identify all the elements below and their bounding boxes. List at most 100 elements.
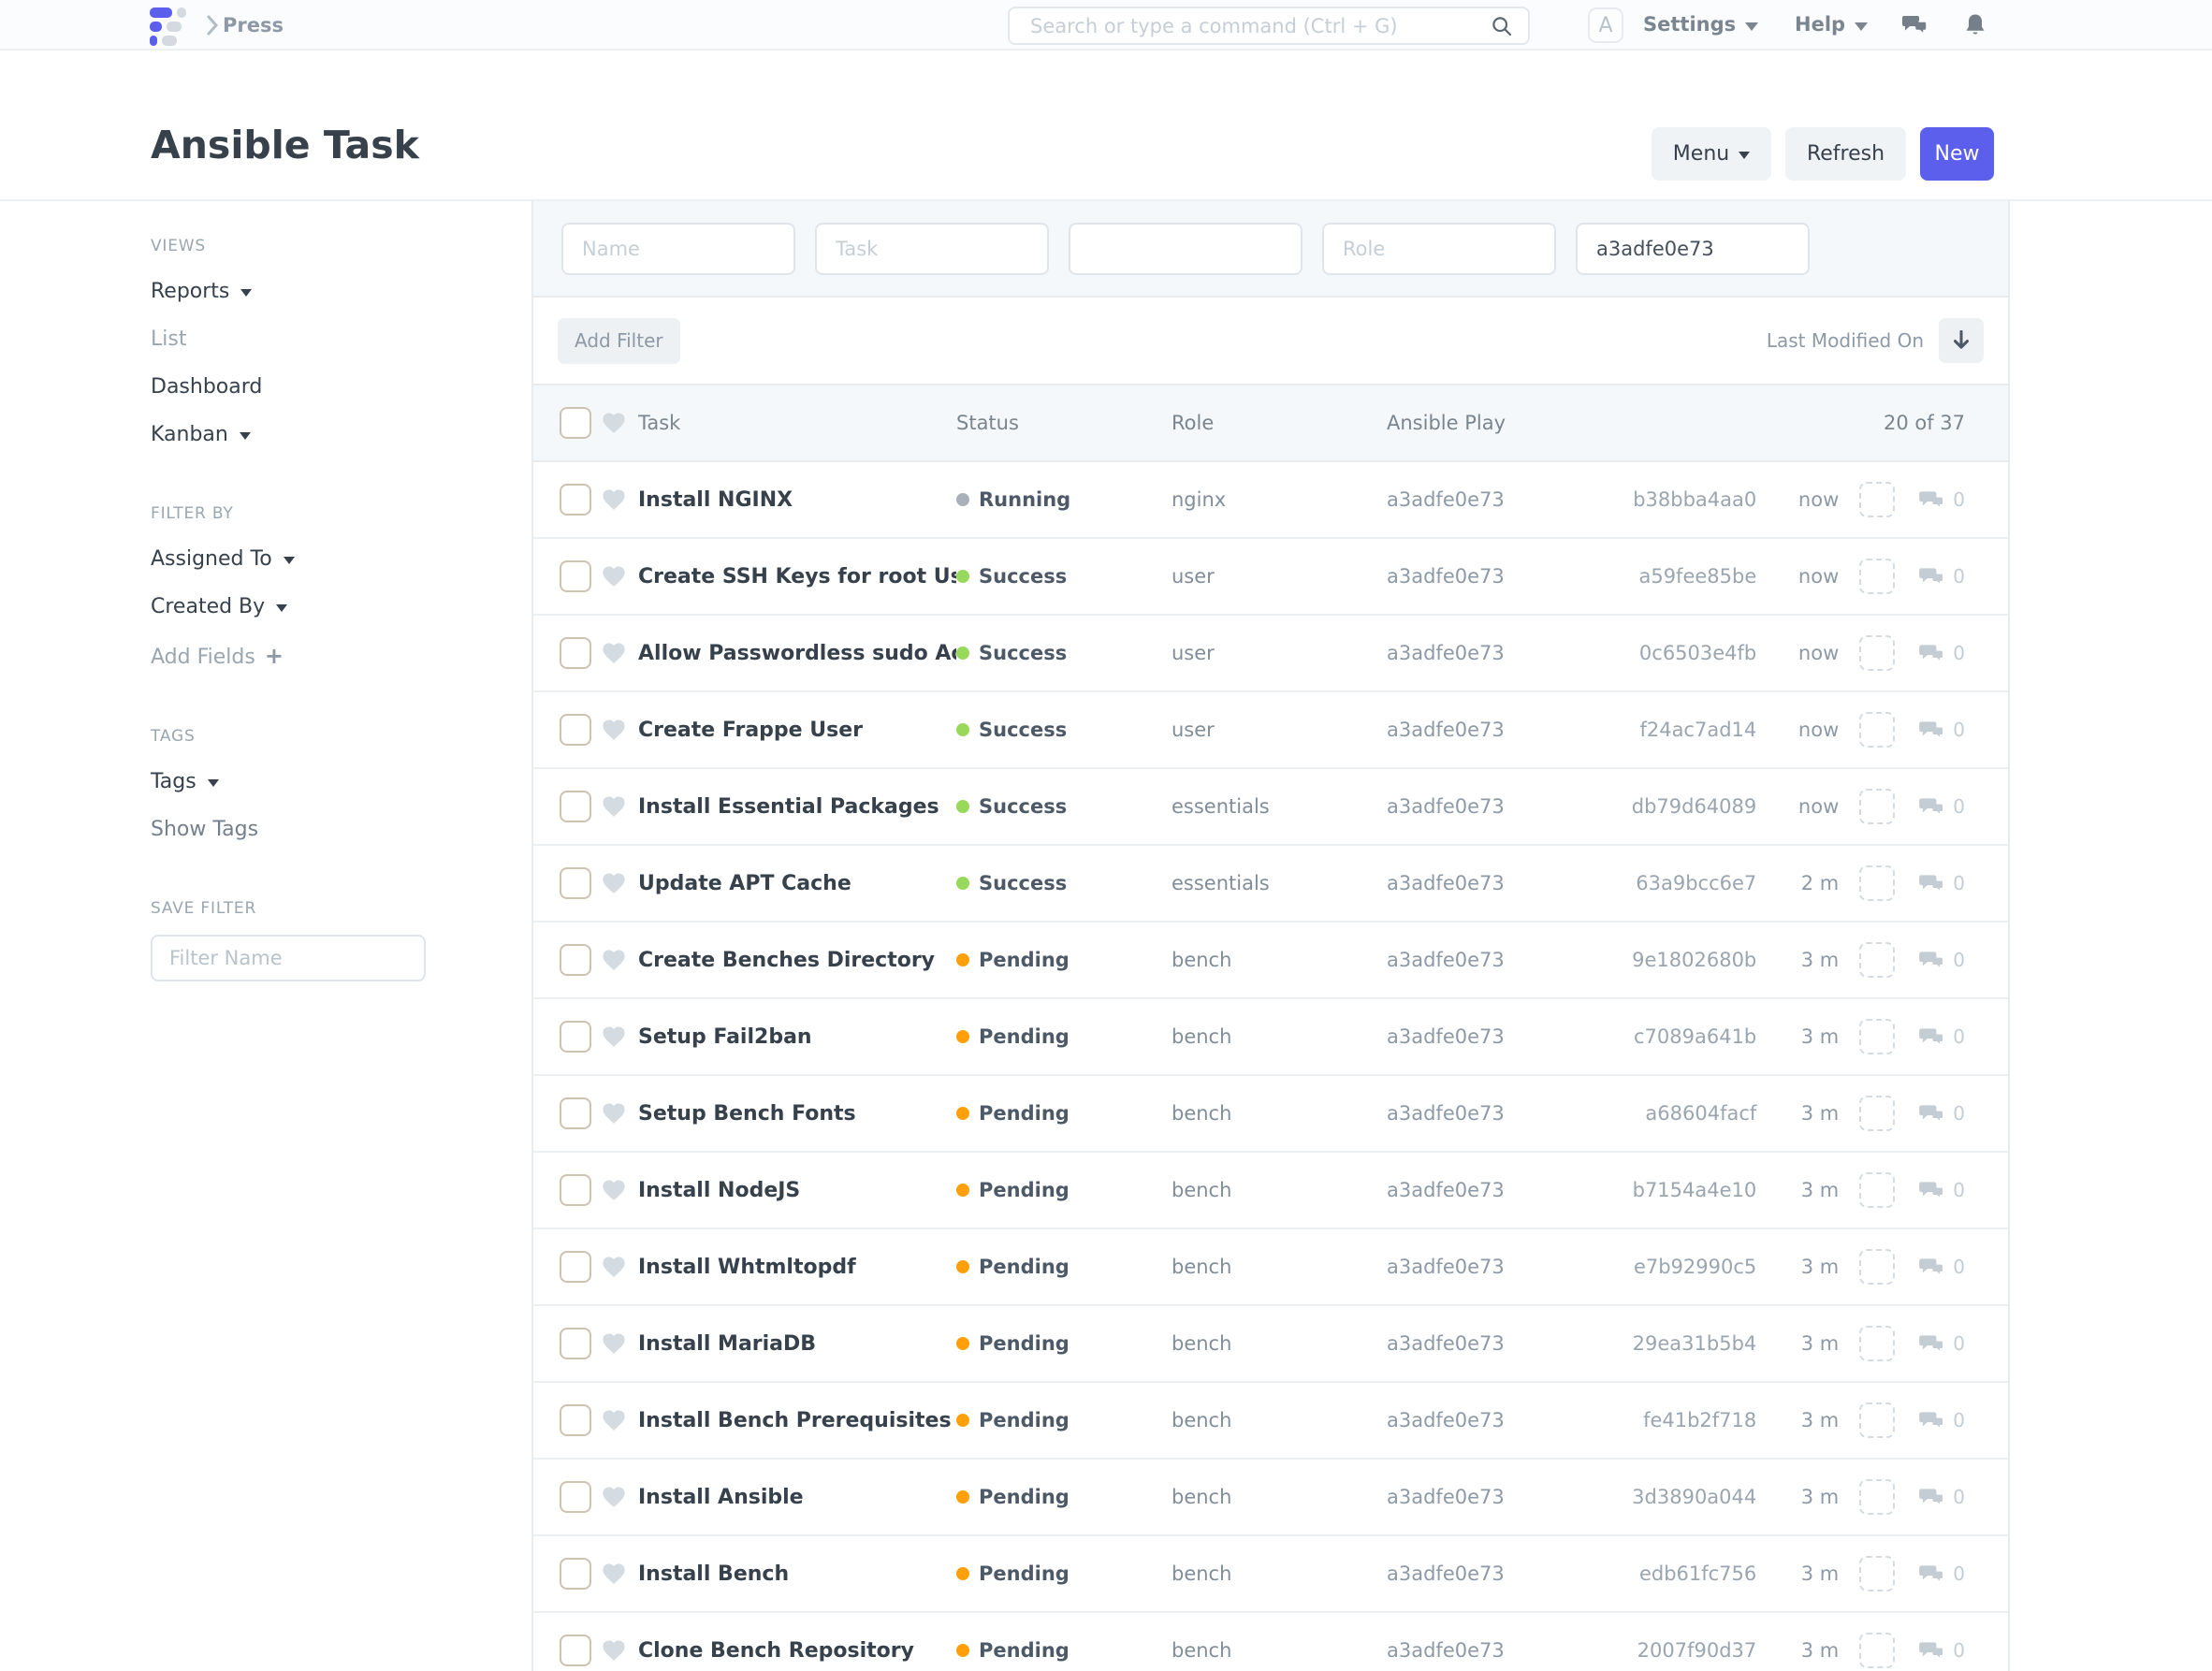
sidebar-item-kanban[interactable]: Kanban	[151, 423, 431, 446]
comment-count-group[interactable]: 0	[1917, 486, 1965, 514]
assign-placeholder[interactable]	[1859, 942, 1895, 978]
row-checkbox[interactable]	[560, 560, 591, 592]
assign-placeholder[interactable]	[1859, 712, 1895, 748]
task-name-link[interactable]: Create Benches Directory	[638, 949, 956, 972]
menu-button[interactable]: Menu	[1652, 127, 1771, 181]
assign-placeholder[interactable]	[1859, 1633, 1895, 1668]
row-checkbox[interactable]	[560, 1558, 591, 1590]
table-row[interactable]: Install Bench Prerequisites Pending benc…	[533, 1383, 2008, 1460]
comment-count-group[interactable]: 0	[1917, 1560, 1965, 1588]
assign-placeholder[interactable]	[1859, 789, 1895, 824]
row-checkbox[interactable]	[560, 1635, 591, 1666]
heart-icon[interactable]	[601, 410, 627, 436]
sort-field-label[interactable]: Last Modified On	[1767, 329, 1924, 352]
sidebar-item-dashboard[interactable]: Dashboard	[151, 375, 431, 399]
table-row[interactable]: Install MariaDB Pending bench a3adfe0e73…	[533, 1306, 2008, 1383]
assign-placeholder[interactable]	[1859, 1326, 1895, 1361]
comment-count-group[interactable]: 0	[1917, 1483, 1965, 1511]
sidebar-item-assigned-to[interactable]: Assigned To	[151, 547, 431, 571]
table-row[interactable]: Create Frappe User Success user a3adfe0e…	[533, 692, 2008, 769]
settings-menu[interactable]: Settings	[1643, 13, 1758, 36]
table-row[interactable]: Install NodeJS Pending bench a3adfe0e73 …	[533, 1153, 2008, 1229]
heart-icon[interactable]	[601, 1177, 627, 1203]
search-icon[interactable]	[1491, 15, 1513, 37]
table-row[interactable]: Update APT Cache Success essentials a3ad…	[533, 846, 2008, 923]
assign-placeholder[interactable]	[1859, 1096, 1895, 1131]
heart-icon[interactable]	[601, 1254, 627, 1280]
comment-count-group[interactable]: 0	[1917, 869, 1965, 897]
filter-input-status[interactable]	[1069, 223, 1302, 275]
comment-count-group[interactable]: 0	[1917, 1406, 1965, 1434]
task-name-link[interactable]: Allow Passwordless sudo Ac	[638, 642, 956, 665]
breadcrumb[interactable]: Press	[223, 14, 284, 36]
task-name-link[interactable]: Install Whtmltopdf	[638, 1256, 956, 1279]
assign-placeholder[interactable]	[1859, 1019, 1895, 1054]
filter-input-name[interactable]	[561, 223, 795, 275]
heart-icon[interactable]	[601, 1637, 627, 1664]
row-checkbox[interactable]	[560, 1021, 591, 1053]
heart-icon[interactable]	[601, 870, 627, 896]
heart-icon[interactable]	[601, 717, 627, 743]
comment-count-group[interactable]: 0	[1917, 639, 1965, 667]
task-name-link[interactable]: Create Frappe User	[638, 719, 956, 742]
heart-icon[interactable]	[601, 1484, 627, 1510]
filter-name-input[interactable]	[151, 935, 426, 981]
heart-icon[interactable]	[601, 1407, 627, 1433]
table-row[interactable]: Install Ansible Pending bench a3adfe0e73…	[533, 1460, 2008, 1536]
assign-placeholder[interactable]	[1859, 865, 1895, 901]
filter-input-ansible-play[interactable]	[1576, 223, 1810, 275]
task-name-link[interactable]: Install Essential Packages	[638, 795, 956, 819]
select-all-checkbox[interactable]	[560, 407, 591, 439]
comment-count-group[interactable]: 0	[1917, 1253, 1965, 1281]
comment-count-group[interactable]: 0	[1917, 562, 1965, 590]
help-menu[interactable]: Help	[1795, 13, 1868, 36]
table-row[interactable]: Install Whtmltopdf Pending bench a3adfe0…	[533, 1229, 2008, 1306]
task-name-link[interactable]: Clone Bench Repository	[638, 1639, 956, 1663]
table-row[interactable]: Install Bench Pending bench a3adfe0e73 e…	[533, 1536, 2008, 1613]
assign-placeholder[interactable]	[1859, 1249, 1895, 1285]
row-checkbox[interactable]	[560, 1097, 591, 1129]
table-row[interactable]: Install NGINX Running nginx a3adfe0e73 b…	[533, 462, 2008, 539]
row-checkbox[interactable]	[560, 1404, 591, 1436]
sidebar-item-reports[interactable]: Reports	[151, 280, 431, 303]
task-name-link[interactable]: Setup Bench Fonts	[638, 1102, 956, 1126]
assign-placeholder[interactable]	[1859, 1402, 1895, 1438]
heart-icon[interactable]	[601, 1561, 627, 1587]
task-name-link[interactable]: Install Bench	[638, 1562, 956, 1586]
heart-icon[interactable]	[601, 563, 627, 589]
table-row[interactable]: Setup Fail2ban Pending bench a3adfe0e73 …	[533, 999, 2008, 1076]
assign-placeholder[interactable]	[1859, 482, 1895, 517]
sort-direction-button[interactable]	[1939, 318, 1984, 363]
task-name-link[interactable]: Setup Fail2ban	[638, 1025, 956, 1049]
row-checkbox[interactable]	[560, 791, 591, 822]
task-name-link[interactable]: Create SSH Keys for root Us	[638, 565, 956, 588]
chat-icon[interactable]	[1901, 12, 1928, 38]
sidebar-item-show-tags[interactable]: Show Tags	[151, 818, 431, 841]
comment-count-group[interactable]: 0	[1917, 1023, 1965, 1051]
heart-icon[interactable]	[601, 487, 627, 513]
sidebar-item-add-fields[interactable]: Add Fields+	[151, 643, 431, 669]
avatar[interactable]: A	[1588, 7, 1623, 43]
row-checkbox[interactable]	[560, 484, 591, 516]
row-checkbox[interactable]	[560, 1251, 591, 1283]
table-row[interactable]: Clone Bench Repository Pending bench a3a…	[533, 1613, 2008, 1671]
filter-input-role[interactable]	[1322, 223, 1556, 275]
assign-placeholder[interactable]	[1859, 635, 1895, 671]
heart-icon[interactable]	[601, 640, 627, 666]
table-row[interactable]: Create Benches Directory Pending bench a…	[533, 923, 2008, 999]
comment-count-group[interactable]: 0	[1917, 1636, 1965, 1664]
heart-icon[interactable]	[601, 947, 627, 973]
comment-count-group[interactable]: 0	[1917, 1099, 1965, 1127]
assign-placeholder[interactable]	[1859, 1556, 1895, 1591]
assign-placeholder[interactable]	[1859, 1479, 1895, 1515]
task-name-link[interactable]: Install Bench Prerequisites	[638, 1409, 956, 1432]
comment-count-group[interactable]: 0	[1917, 716, 1965, 744]
assign-placeholder[interactable]	[1859, 559, 1895, 594]
heart-icon[interactable]	[601, 1024, 627, 1050]
row-checkbox[interactable]	[560, 944, 591, 976]
heart-icon[interactable]	[601, 1100, 627, 1126]
add-filter-button[interactable]: Add Filter	[558, 318, 680, 364]
refresh-button[interactable]: Refresh	[1785, 127, 1906, 181]
row-checkbox[interactable]	[560, 1481, 591, 1513]
heart-icon[interactable]	[601, 793, 627, 820]
